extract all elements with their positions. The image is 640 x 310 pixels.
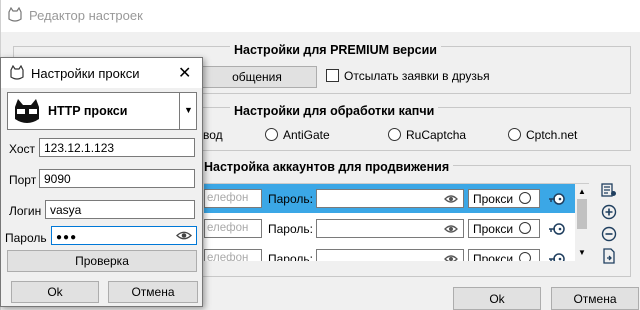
phone-input[interactable]: елефон — [204, 189, 262, 208]
key-icon[interactable] — [548, 191, 566, 210]
login-label: Логин — [9, 204, 42, 218]
proxy-radio — [519, 222, 531, 234]
key-icon[interactable] — [548, 221, 566, 240]
captcha-cptch-radio[interactable] — [508, 128, 521, 141]
send-friend-requests-label: Отсылать заявки в друзья — [344, 69, 490, 83]
send-friend-requests-checkbox[interactable] — [326, 69, 339, 82]
captcha-rucaptcha-radio[interactable] — [388, 128, 401, 141]
dropdown-arrow-button[interactable]: ▼ — [179, 93, 197, 129]
remove-icon[interactable] — [601, 226, 617, 245]
scroll-down-icon[interactable]: ▼ — [578, 248, 586, 257]
captcha-antigate-radio[interactable] — [265, 128, 278, 141]
login-input[interactable]: vasya — [45, 200, 195, 219]
eye-icon[interactable] — [444, 223, 458, 237]
phone-input[interactable]: елефон — [204, 219, 262, 238]
account-row[interactable]: елефон Пароль: Прокси — [204, 214, 575, 243]
dialog-title-bar: Настройки прокси ✕ — [1, 58, 202, 88]
password-label: Пароль: — [268, 192, 313, 206]
check-button[interactable]: Проверка — [7, 250, 197, 272]
proxy-settings-dialog: Настройки прокси ✕ HTTP прокси ▼ Хост 12… — [0, 57, 203, 307]
captcha-cptch-label: Cptch.net — [526, 128, 578, 142]
eye-icon[interactable] — [444, 193, 458, 207]
add-icon[interactable] — [601, 204, 617, 223]
dialog-ok-button[interactable]: Ok — [11, 281, 99, 303]
password-label: Пароль — [5, 231, 47, 245]
eye-icon[interactable] — [444, 253, 458, 261]
captcha-group-title: Настройки для обработки капчи — [230, 104, 439, 118]
dialog-cancel-button[interactable]: Отмена — [108, 281, 198, 303]
accounts-group-title: Настройка аккаунтов для продвижения — [200, 160, 454, 174]
premium-group-title: Настройки для PREMIUM версии — [230, 43, 441, 57]
import-icon[interactable] — [601, 248, 617, 267]
account-row[interactable]: елефон Пароль: Прокси — [204, 184, 575, 213]
accounts-list: елефон Пароль: Прокси елефон Пароль: Про… — [204, 183, 589, 261]
messages-button[interactable]: общения — [197, 66, 317, 88]
captcha-manual-label: вод — [203, 128, 223, 142]
close-icon[interactable]: ✕ — [178, 63, 191, 83]
password-input[interactable] — [316, 189, 464, 208]
port-label: Порт — [9, 173, 37, 187]
password-value: ●●● — [56, 232, 78, 243]
scroll-up-icon[interactable]: ▲ — [578, 187, 586, 196]
ok-button[interactable]: Ok — [453, 287, 541, 310]
eye-icon[interactable] — [176, 230, 192, 244]
window-title: Редактор настроек — [29, 8, 143, 23]
cancel-button[interactable]: Отмена — [551, 287, 639, 310]
password-input[interactable] — [316, 219, 464, 238]
password-input[interactable] — [316, 249, 464, 261]
app-cat-icon — [9, 64, 25, 84]
scrollbar-thumb[interactable] — [577, 199, 587, 229]
port-input[interactable]: 9090 — [39, 169, 195, 188]
captcha-antigate-label: AntiGate — [283, 128, 330, 142]
captcha-rucaptcha-label: RuCaptcha — [406, 128, 467, 142]
proxy-radio — [519, 192, 531, 204]
password-label: Пароль: — [268, 252, 313, 261]
proxy-type-select[interactable]: HTTP прокси ▼ — [7, 92, 197, 130]
proxy-radio — [519, 252, 531, 261]
dialog-title: Настройки прокси — [31, 66, 140, 81]
password-label: Пароль: — [268, 222, 313, 236]
password-input[interactable]: ●●● — [51, 226, 197, 245]
accounts-scrollbar[interactable]: ▲ ▼ — [575, 184, 589, 261]
account-row[interactable]: елефон Пароль: Прокси — [204, 244, 575, 261]
proxy-type-value: HTTP прокси — [48, 104, 128, 118]
app-cat-icon — [7, 6, 23, 26]
proxy-toggle[interactable]: Прокси — [468, 189, 540, 208]
chevron-down-icon: ▼ — [184, 105, 193, 115]
host-label: Хост — [9, 142, 36, 156]
host-input[interactable]: 123.12.1.123 — [39, 138, 195, 157]
key-icon[interactable] — [548, 251, 566, 261]
proxy-mascot-icon — [12, 97, 42, 128]
proxy-toggle[interactable]: Прокси — [468, 219, 540, 238]
phone-input[interactable]: елефон — [204, 249, 262, 261]
title-bar: Редактор настроек — [1, 0, 640, 32]
list-settings-icon[interactable] — [601, 182, 617, 201]
proxy-toggle[interactable]: Прокси — [468, 249, 540, 261]
